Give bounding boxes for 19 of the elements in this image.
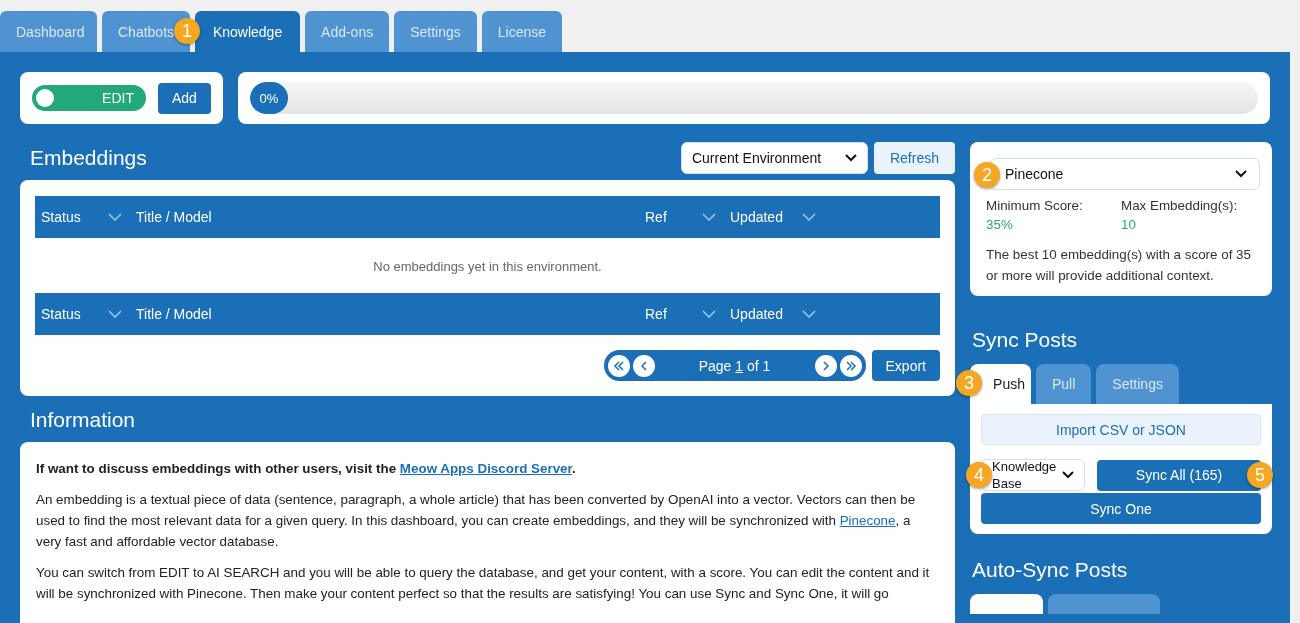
- step-callout-tooltip: 3: [956, 370, 982, 396]
- info-paragraph: You can switch from EDIT to AI SEARCH and you will be able to query the database, and get your content, with a score. You can edit the content and it will be synchronized with Pinecone. Then make your content perfect so that the results are satisfying! You can use Sync and Sync One, it will go: [36, 564, 931, 603]
- empty-message: No embeddings yet in this environment.: [372, 258, 603, 276]
- stat-label: Max Embedding(s):: [1121, 198, 1239, 213]
- page-indicator: Page 1 of 1: [697, 357, 772, 374]
- step-callout-tooltip: 2: [974, 162, 1000, 188]
- stat-value: 10: [1121, 217, 1137, 232]
- stat-value: 35%: [986, 217, 1014, 232]
- section-title: Information: [29, 408, 136, 432]
- section-title: Embeddings: [29, 146, 147, 170]
- stat-label: Minimum Score:: [986, 198, 1084, 213]
- progress-fill: 0%: [249, 82, 288, 114]
- index-description: The best 10 embedding(s) with a score of 35 or more will provide additional context.: [986, 246, 1252, 285]
- section-title: Auto-Sync Posts: [971, 558, 1129, 582]
- step-callout-tooltip: 5: [1247, 462, 1273, 488]
- info-paragraph: If want to discuss embeddings with other users, visit the Meow Apps Discord Server.: [36, 460, 577, 478]
- section-title: Sync Posts: [971, 328, 1079, 352]
- info-paragraph: An embedding is a textual piece of data (sentence, paragraph, a whole article) that has been converted by OpenAI into a vector. Vectors can then be used to find the most relevant data for a given query. In this dashboard, you can create embeddings, and they will be synchronized with Pinecone, a very fast and affordable vector database.: [36, 491, 917, 551]
- step-callout-tooltip: 4: [966, 462, 992, 488]
